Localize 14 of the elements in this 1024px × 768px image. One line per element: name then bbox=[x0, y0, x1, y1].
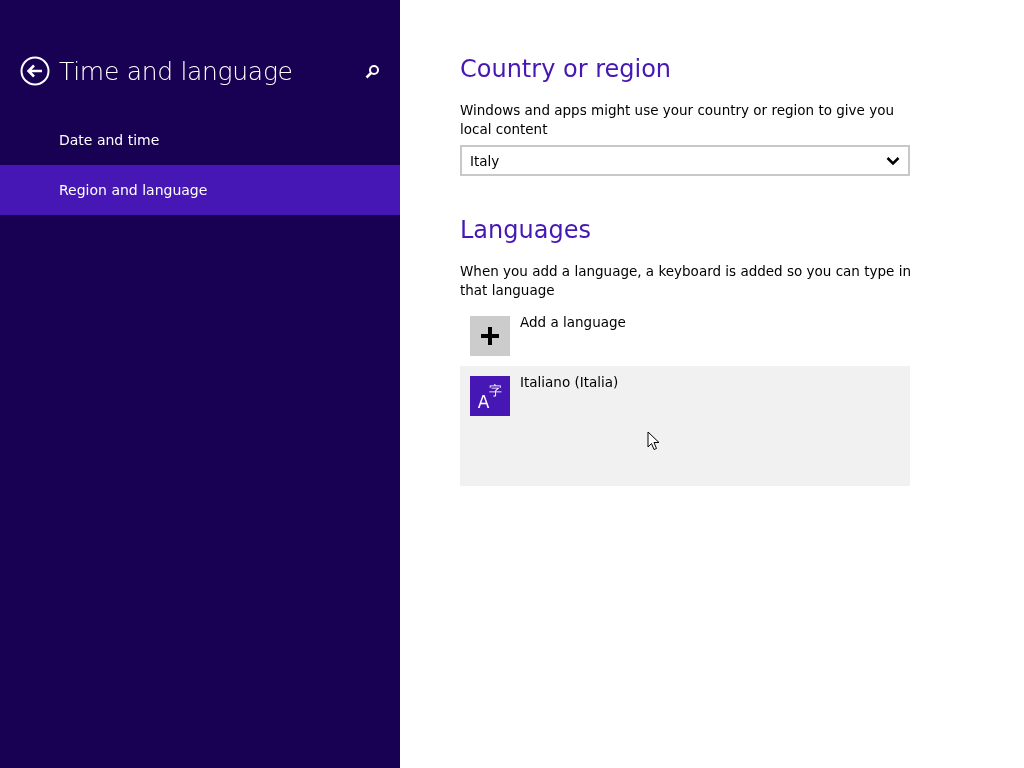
description-text: Windows and apps might use your country or region to give you local content bbox=[460, 101, 895, 139]
country-dropdown[interactable]: Italy bbox=[460, 145, 910, 176]
mouse-pointer-icon bbox=[647, 431, 660, 451]
back-icon[interactable] bbox=[20, 56, 50, 86]
description-text: When you add a language, a keyboard is added so you can type in that language bbox=[460, 262, 912, 300]
search-icon[interactable] bbox=[365, 63, 380, 79]
section-heading: Country or region bbox=[460, 55, 673, 85]
plus-icon bbox=[481, 327, 499, 345]
add-language-item[interactable]: Add a language bbox=[460, 306, 910, 366]
sidebar-item[interactable]: Region and language bbox=[0, 165, 400, 215]
section-heading: Languages bbox=[460, 216, 592, 246]
chevron-down-icon bbox=[886, 155, 900, 166]
page-title: Time and language bbox=[59, 56, 294, 86]
sidebar-item[interactable]: Date and time bbox=[0, 115, 400, 165]
